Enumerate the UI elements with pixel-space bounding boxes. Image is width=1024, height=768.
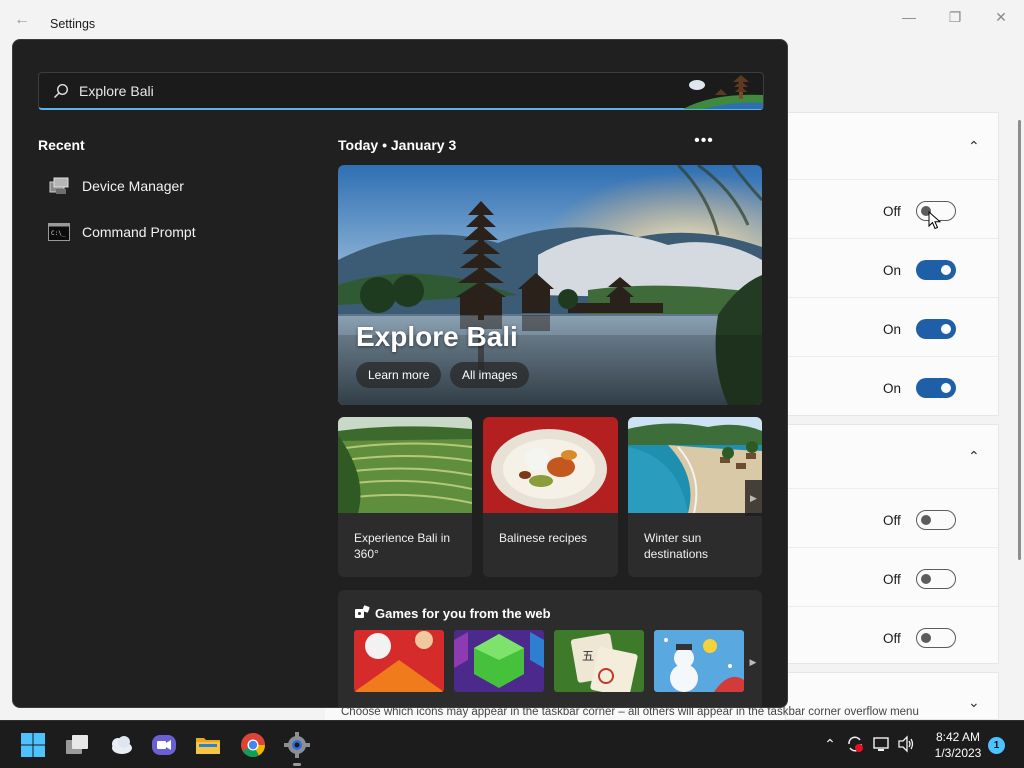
games-icon: [355, 605, 370, 618]
toggle-switch[interactable]: [916, 628, 956, 648]
balinese-dish-image: [483, 417, 618, 513]
window-title: Settings: [50, 17, 96, 31]
toggle-switch[interactable]: [916, 319, 956, 339]
svg-text:C:\_: C:\_: [51, 230, 66, 237]
clock[interactable]: 8:42 AM 1/3/2023: [930, 729, 986, 761]
minimize-button[interactable]: —: [886, 6, 932, 28]
settings-row: Off: [786, 179, 998, 237]
recent-heading: Recent: [38, 137, 85, 153]
teams-chat-icon[interactable]: [151, 732, 177, 758]
close-button[interactable]: ✕: [978, 6, 1024, 28]
settings-gear-icon[interactable]: [284, 732, 310, 758]
recent-item-label: Device Manager: [82, 178, 184, 194]
tile-label: Winter sun destinations: [644, 531, 709, 561]
settings-row: On: [786, 356, 998, 414]
tile-balinese-recipes[interactable]: Balinese recipes: [483, 417, 618, 577]
sync-status-icon[interactable]: [846, 735, 864, 753]
svg-text:五: 五: [582, 649, 594, 663]
notification-badge[interactable]: 1: [988, 737, 1005, 754]
maximize-button[interactable]: ❐: [932, 6, 978, 28]
recent-item-command-prompt[interactable]: C:\_ Command Prompt: [38, 212, 298, 252]
toggle-switch[interactable]: [916, 510, 956, 530]
command-prompt-icon: C:\_: [48, 223, 70, 241]
recent-item-device-manager[interactable]: Device Manager: [38, 166, 298, 206]
hero-card-explore-bali[interactable]: Explore Bali Learn more All images: [338, 165, 762, 405]
active-app-indicator: [293, 763, 301, 766]
title-bar: ← Settings — ❐ ✕: [0, 0, 1024, 40]
tile-winter-sun-destinations[interactable]: Winter sun destinations: [628, 417, 762, 577]
settings-group-expanded: ⌃ Off Off Off: [785, 424, 999, 664]
toggle-state-label: Off: [883, 204, 901, 219]
hero-title: Explore Bali: [356, 321, 518, 352]
games-section: Games for you from the web 五 ▶: [338, 590, 762, 707]
beach-bay-image: [628, 417, 762, 513]
chevron-down-icon[interactable]: ⌄: [968, 695, 982, 709]
mahjong-thumbnail: 五: [554, 630, 644, 692]
search-box[interactable]: Explore Bali: [38, 72, 764, 110]
network-icon[interactable]: [872, 735, 890, 753]
clock-date: 1/3/2023: [934, 746, 982, 760]
scrollbar-thumb[interactable]: [1018, 120, 1021, 560]
game-tile[interactable]: 五: [554, 630, 644, 692]
chevron-up-icon[interactable]: ⌃: [968, 139, 982, 153]
games-next-button[interactable]: ▶: [747, 650, 759, 674]
settings-row: On: [786, 297, 998, 355]
search-icon: [53, 83, 69, 99]
game-tile[interactable]: [654, 630, 744, 692]
hexagon-puzzle-thumbnail: [454, 630, 544, 692]
clock-time: 8:42 AM: [935, 730, 981, 744]
settings-row: Off: [786, 547, 998, 605]
show-hidden-icons-chevron-icon[interactable]: ⌃: [821, 735, 839, 753]
more-options-button[interactable]: •••: [693, 132, 715, 154]
chrome-icon[interactable]: [240, 732, 266, 758]
taskbar: ⌃ 8:42 AM 1/3/2023 1: [0, 720, 1024, 768]
learn-more-button[interactable]: Learn more: [356, 362, 442, 388]
toggle-state-label: Off: [883, 513, 901, 528]
search-highlight-art-icon: [683, 75, 763, 109]
search-input[interactable]: Explore Bali: [79, 83, 154, 99]
game-tile[interactable]: [354, 630, 444, 692]
game-tile[interactable]: [454, 630, 544, 692]
volume-icon[interactable]: [897, 735, 915, 753]
back-arrow-icon[interactable]: ←: [14, 12, 34, 28]
toggle-state-label: On: [883, 263, 902, 278]
toggle-switch[interactable]: [916, 569, 956, 589]
chevron-up-icon[interactable]: ⌃: [968, 449, 982, 463]
rice-terraces-image: [338, 417, 472, 513]
settings-row: On: [786, 238, 998, 296]
toggle-state-label: On: [883, 381, 902, 396]
settings-row: Off: [786, 606, 998, 664]
settings-group-expanded: ⌃ Off On On On: [785, 112, 999, 416]
device-manager-icon: [49, 177, 69, 194]
games-heading: Games for you from the web: [375, 606, 551, 621]
tiles-next-button[interactable]: ▶: [745, 480, 762, 516]
tile-label: Balinese recipes: [499, 531, 588, 545]
widgets-weather-icon[interactable]: [108, 732, 134, 758]
today-heading: Today • January 3: [338, 137, 457, 153]
recent-item-label: Command Prompt: [82, 224, 196, 240]
file-explorer-icon[interactable]: [195, 732, 221, 758]
toggle-state-label: Off: [883, 572, 901, 587]
task-view-icon[interactable]: [64, 732, 90, 758]
snowman-game-thumbnail: [654, 630, 744, 692]
toggle-state-label: Off: [883, 631, 901, 646]
all-images-button[interactable]: All images: [450, 362, 530, 388]
settings-row: Off: [786, 488, 998, 546]
tile-experience-bali-360[interactable]: Experience Bali in 360°: [338, 417, 472, 577]
ball-game-thumbnail: [354, 630, 444, 692]
tile-label: Experience Bali in 360°: [354, 531, 451, 561]
mouse-cursor-icon: [928, 211, 942, 230]
toggle-state-label: On: [883, 322, 902, 337]
toggle-switch[interactable]: [916, 378, 956, 398]
search-flyout: Explore Bali Recent Device Manager C:\_ …: [12, 39, 788, 708]
toggle-switch[interactable]: [916, 260, 956, 280]
start-windows-icon[interactable]: [20, 732, 46, 758]
